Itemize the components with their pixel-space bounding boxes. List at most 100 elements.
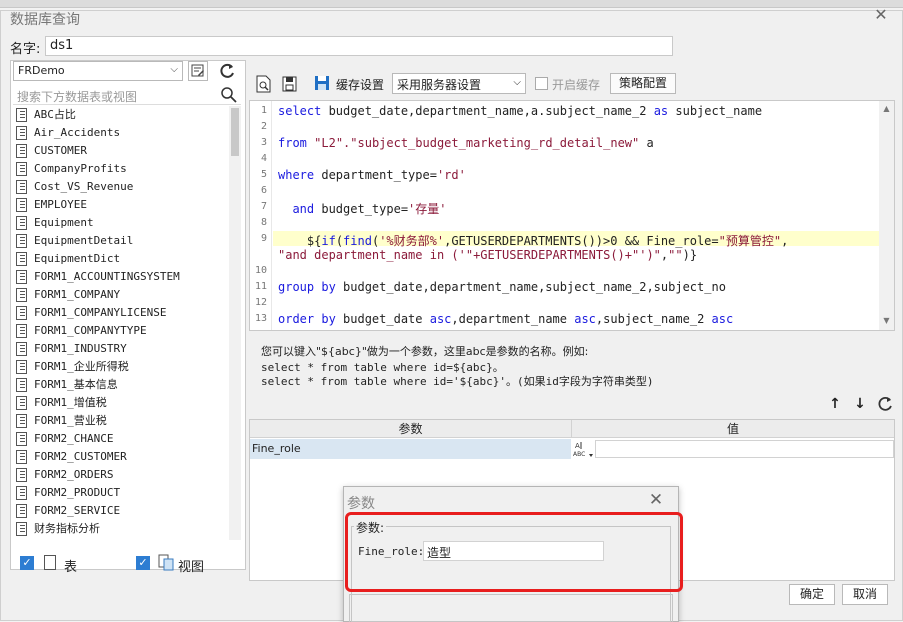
cache-settings-icon[interactable] bbox=[314, 75, 330, 91]
table-icon bbox=[16, 432, 27, 446]
show-views-checkbox[interactable]: ✓ bbox=[136, 556, 150, 570]
table-list-item[interactable]: CompanyProfits bbox=[13, 160, 227, 178]
table-icon bbox=[16, 306, 27, 320]
sql-text: a bbox=[639, 136, 654, 150]
move-down-icon[interactable]: ↓ bbox=[853, 396, 867, 412]
table-list-item-label: FORM1_COMPANY bbox=[34, 288, 121, 301]
table-list-item[interactable]: CUSTOMER bbox=[13, 142, 227, 160]
table-list-item[interactable]: FORM2_CHANCE bbox=[13, 430, 227, 448]
sql-text: ,GETUSERDEPARTMENTS())>0 && Fine_role= bbox=[444, 234, 719, 248]
refresh-params-icon[interactable] bbox=[877, 396, 893, 412]
table-list-item-label: Air_Accidents bbox=[34, 126, 121, 139]
table-list-item[interactable]: FORM1_营业税 bbox=[13, 412, 227, 430]
sql-keyword: asc bbox=[574, 312, 596, 326]
line-number: 10 bbox=[254, 265, 267, 276]
cache-settings-label[interactable]: 缓存设置 bbox=[336, 76, 384, 93]
chevron-down-icon: ⌵ bbox=[513, 77, 521, 88]
search-icon[interactable] bbox=[220, 86, 238, 104]
table-list-item[interactable]: FORM1_COMPANY bbox=[13, 286, 227, 304]
enable-cache-checkbox[interactable] bbox=[535, 77, 548, 90]
cache-mode-select[interactable]: 采用服务器设置 ⌵ bbox=[392, 73, 526, 94]
sql-line-5: where department_type='rd' bbox=[278, 168, 466, 182]
line-number: 12 bbox=[254, 297, 267, 308]
parameter-type-icon[interactable]: A ABC bbox=[572, 440, 594, 458]
table-list-item[interactable]: FORM2_SERVICE bbox=[13, 502, 227, 520]
sql-editor-scrollbar[interactable] bbox=[879, 101, 894, 330]
popup-title: 参数 bbox=[347, 496, 375, 512]
policy-config-button[interactable]: 策略配置 bbox=[610, 73, 676, 94]
table-list-item[interactable]: ABC占比 bbox=[13, 106, 227, 124]
sql-keyword: where bbox=[278, 168, 315, 182]
table-list-item[interactable]: EquipmentDict bbox=[13, 250, 227, 268]
table-list-item-label: EquipmentDict bbox=[34, 252, 121, 265]
name-input[interactable]: ds1 bbox=[45, 36, 673, 56]
sql-keyword: and bbox=[278, 202, 315, 216]
parameter-value-input[interactable] bbox=[595, 440, 894, 458]
scroll-down-icon[interactable]: ▼ bbox=[880, 316, 893, 328]
refresh-tables-button[interactable] bbox=[216, 61, 240, 81]
table-list-item[interactable]: FORM1_COMPANYLICENSE bbox=[13, 304, 227, 322]
sql-string: "and department_name in ('"+GETUSERDEPAR… bbox=[278, 248, 661, 262]
table-icon bbox=[16, 180, 27, 194]
show-tables-checkbox[interactable]: ✓ bbox=[20, 556, 34, 570]
sql-line-11: group by budget_date,department_name,sub… bbox=[278, 280, 726, 294]
table-list-item[interactable]: FORM2_ORDERS bbox=[13, 466, 227, 484]
table-icon bbox=[16, 252, 27, 266]
sql-line-3: from "L2"."subject_budget_marketing_rd_d… bbox=[278, 136, 654, 150]
table-icon bbox=[16, 270, 27, 284]
table-icon bbox=[16, 378, 27, 392]
table-list-item-label: FORM1_基本信息 bbox=[34, 378, 118, 391]
parameter-row-name[interactable]: Fine_role bbox=[250, 439, 571, 459]
ok-button[interactable]: 确定 bbox=[789, 584, 835, 605]
table-list-item[interactable]: Equipment bbox=[13, 214, 227, 232]
move-up-icon[interactable]: ↑ bbox=[828, 396, 842, 412]
database-edit-icon bbox=[191, 64, 204, 77]
table-list-item[interactable]: Air_Accidents bbox=[13, 124, 227, 142]
datasource-select[interactable]: FRDemo ⌵ bbox=[13, 61, 183, 81]
sql-line-7: and budget_type='存量' bbox=[278, 200, 447, 217]
sql-keyword: asc bbox=[429, 312, 452, 326]
table-list-item[interactable]: EquipmentDetail bbox=[13, 232, 227, 250]
sql-text: subject_name bbox=[668, 104, 763, 118]
table-list-item[interactable]: FORM2_CUSTOMER bbox=[13, 448, 227, 466]
preview-button[interactable] bbox=[255, 74, 275, 94]
view-icon bbox=[158, 554, 174, 571]
table-list-item-label: FORM2_CUSTOMER bbox=[34, 450, 127, 463]
sql-string: '存量' bbox=[408, 202, 447, 216]
table-list-scrollbar[interactable] bbox=[229, 106, 241, 540]
sql-text: )} bbox=[682, 248, 698, 262]
table-icon bbox=[16, 486, 27, 500]
refresh-icon bbox=[220, 63, 234, 78]
table-list-item[interactable]: FORM2_PRODUCT bbox=[13, 484, 227, 502]
sql-text: ( bbox=[335, 234, 344, 248]
table-search-input[interactable]: 搜索下方数据表或视图 bbox=[13, 85, 241, 105]
table-list-item-label: FORM1_增值税 bbox=[34, 396, 107, 409]
sql-string: '%财务部%' bbox=[379, 234, 445, 248]
cache-mode-value: 采用服务器设置 bbox=[397, 78, 482, 92]
table-list-item[interactable]: Cost_VS_Revenue bbox=[13, 178, 227, 196]
table-list-item[interactable]: FORM1_COMPANYTYPE bbox=[13, 322, 227, 340]
table-icon bbox=[16, 396, 27, 410]
table-list-item-label: CUSTOMER bbox=[34, 144, 87, 157]
show-tables-label: 表 bbox=[64, 560, 78, 575]
table-list-item[interactable]: 财务指标分析 bbox=[13, 520, 227, 538]
table-list-item[interactable]: FORM1_ACCOUNTINGSYSTEM bbox=[13, 268, 227, 286]
table-icon bbox=[16, 108, 27, 122]
table-list-item[interactable]: EMPLOYEE bbox=[13, 196, 227, 214]
column-header-value: 值 bbox=[726, 422, 739, 436]
sql-string: "" bbox=[668, 248, 683, 262]
table-list-item[interactable]: FORM1_增值税 bbox=[13, 394, 227, 412]
close-icon[interactable]: ✕ bbox=[648, 491, 664, 509]
close-icon[interactable]: ✕ bbox=[872, 6, 890, 24]
edit-datasource-button[interactable] bbox=[188, 61, 208, 81]
save-sql-button[interactable] bbox=[281, 74, 301, 94]
cancel-button[interactable]: 取消 bbox=[842, 584, 888, 605]
table-list-item[interactable]: FORM1_INDUSTRY bbox=[13, 340, 227, 358]
scroll-up-icon[interactable]: ▲ bbox=[880, 104, 893, 116]
table-list-item[interactable]: FORM1_基本信息 bbox=[13, 376, 227, 394]
table-list-item-label: CompanyProfits bbox=[34, 162, 127, 175]
sql-text: ,subject_name_2 bbox=[595, 312, 712, 326]
table-list-scrollbar-thumb[interactable] bbox=[231, 108, 239, 156]
table-list-item[interactable]: FORM1_企业所得税 bbox=[13, 358, 227, 376]
table-icon bbox=[16, 288, 27, 302]
